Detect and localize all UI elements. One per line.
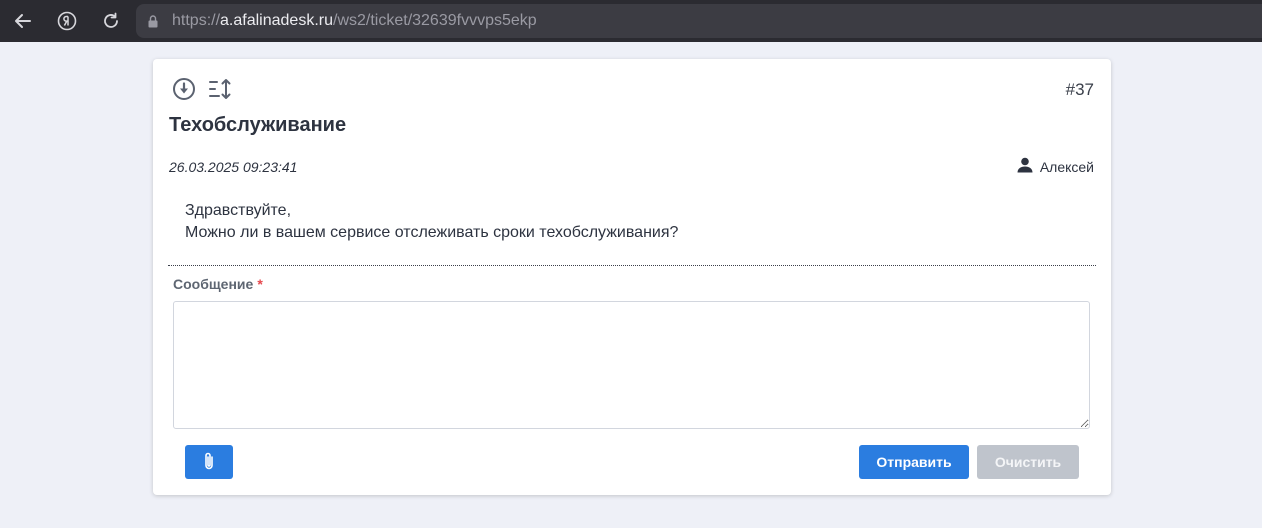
message-line: Можно ли в вашем сервисе отслеживать сро… — [185, 224, 679, 241]
send-button[interactable]: Отправить — [859, 445, 969, 479]
url-host: a.afalinadesk.ru — [220, 12, 333, 29]
message-line: Здравствуйте, — [185, 202, 292, 219]
clear-button[interactable]: Очистить — [977, 445, 1079, 479]
ticket-author: Алексей — [1017, 157, 1094, 176]
reload-icon[interactable] — [100, 10, 122, 32]
yandex-icon[interactable] — [56, 10, 78, 32]
url-scheme: https:// — [172, 12, 221, 29]
ticket-card: #37 Техобслуживание 26.03.2025 09:23:41 … — [153, 59, 1111, 495]
ticket-title: Техобслуживание — [169, 114, 347, 136]
paperclip-icon — [202, 451, 216, 474]
download-icon[interactable] — [172, 77, 196, 101]
message-field-label: Сообщение * — [173, 276, 263, 292]
browser-toolbar: https://a.afalinadesk.ru/ws2/ticket/3263… — [0, 0, 1262, 42]
ticket-message: Здравствуйте, Можно ли в вашем сервисе о… — [185, 200, 678, 244]
back-icon[interactable] — [12, 10, 34, 32]
lock-icon — [148, 14, 160, 28]
url-path: /ws2/ticket/32639fvvvps5ekp — [333, 12, 537, 29]
author-name: Алексей — [1039, 158, 1094, 175]
ticket-toolbar — [172, 77, 232, 101]
address-bar[interactable]: https://a.afalinadesk.ru/ws2/ticket/3263… — [136, 4, 1262, 38]
ticket-date: 26.03.2025 09:23:41 — [169, 159, 298, 175]
message-textarea[interactable] — [173, 301, 1090, 429]
required-mark: * — [257, 276, 263, 292]
sort-icon[interactable] — [208, 77, 232, 101]
divider — [168, 265, 1096, 266]
user-icon — [1017, 157, 1033, 176]
ticket-number: #37 — [1065, 80, 1094, 99]
message-label-text: Сообщение — [173, 276, 254, 292]
attach-button[interactable] — [185, 445, 233, 479]
